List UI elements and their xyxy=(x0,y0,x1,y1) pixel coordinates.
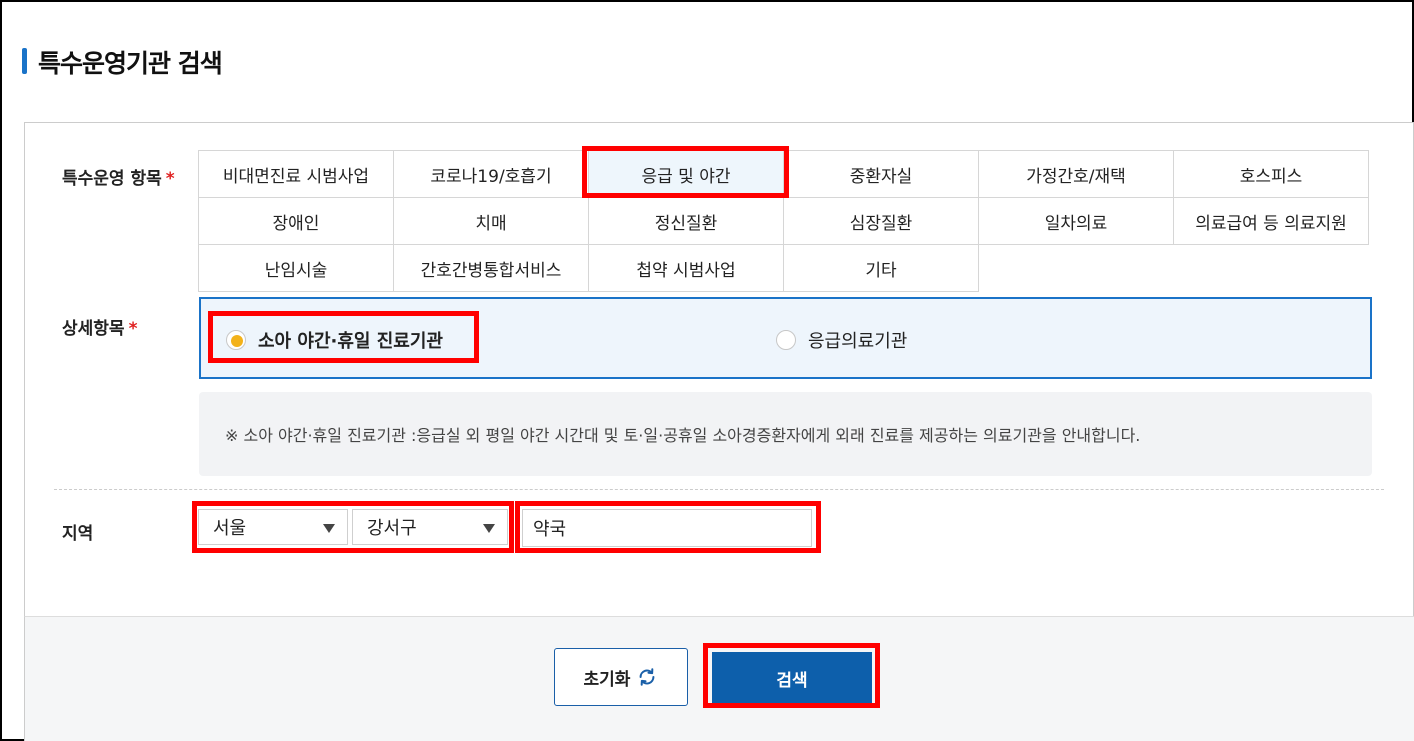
category-item[interactable]: 일차의료 xyxy=(978,197,1174,245)
category-item-label: 호스피스 xyxy=(1239,166,1303,187)
category-item[interactable]: 난임시술 xyxy=(198,244,394,292)
category-item-label: 일차의료 xyxy=(1044,213,1108,234)
category-item[interactable]: 의료급여 등 의료지원 xyxy=(1173,197,1369,245)
category-item-label: 정신질환 xyxy=(654,213,718,234)
radio-checked-icon xyxy=(226,330,246,350)
refresh-icon xyxy=(640,668,655,686)
radio-label: 응급의료기관 xyxy=(808,331,908,352)
divider xyxy=(54,489,1384,490)
detail-label-text: 상세항목 xyxy=(62,319,125,339)
category-item-label: 코로나19/호흡기 xyxy=(430,166,552,187)
category-item[interactable]: 첩약 시범사업 xyxy=(588,244,784,292)
category-item[interactable]: 기타 xyxy=(783,244,979,292)
detail-notice: ※ 소아 야간·휴일 진료기관 :응급실 외 평일 야간 시간대 및 토·일·공… xyxy=(199,392,1372,476)
category-item-label: 장애인 xyxy=(272,213,320,234)
category-item-selected[interactable]: 응급 및 야간 xyxy=(588,150,784,198)
required-mark: * xyxy=(165,169,175,189)
category-item[interactable]: 중환자실 xyxy=(783,150,979,198)
radio-label: 소아 야간·휴일 진료기관 xyxy=(258,331,443,352)
reset-button[interactable]: 초기화 xyxy=(554,648,688,706)
category-item[interactable]: 치매 xyxy=(393,197,589,245)
category-item-label: 난임시술 xyxy=(264,260,328,281)
category-item[interactable]: 호스피스 xyxy=(1173,150,1369,198)
radio-unchecked-icon xyxy=(776,330,796,350)
category-item-label: 심장질환 xyxy=(849,213,913,234)
category-item[interactable]: 장애인 xyxy=(198,197,394,245)
category-item-label: 응급 및 야간 xyxy=(641,166,731,187)
city-select[interactable]: 서울 xyxy=(198,509,348,545)
radio-pediatric-night[interactable]: 소아 야간·휴일 진료기관 xyxy=(226,327,443,353)
category-item-label: 가정간호/재택 xyxy=(1026,166,1126,187)
category-item[interactable]: 비대면진료 시범사업 xyxy=(198,150,394,198)
category-item-label: 치매 xyxy=(475,213,507,234)
category-item-label: 비대면진료 시범사업 xyxy=(222,166,370,187)
category-item[interactable]: 가정간호/재택 xyxy=(978,150,1174,198)
category-item[interactable]: 정신질환 xyxy=(588,197,784,245)
district-select[interactable]: 강서구 xyxy=(352,509,508,545)
category-item[interactable]: 간호간병통합서비스 xyxy=(393,244,589,292)
category-item-label: 첩약 시범사업 xyxy=(636,260,736,281)
dropdown-arrow-icon xyxy=(323,524,335,533)
detail-label: 상세항목 * xyxy=(62,314,137,339)
search-button-label: 검색 xyxy=(776,670,808,691)
search-button[interactable]: 검색 xyxy=(712,652,872,704)
notice-text: ※ 소아 야간·휴일 진료기관 :응급실 외 평일 야간 시간대 및 토·일·공… xyxy=(225,426,1141,445)
required-mark: * xyxy=(128,319,138,339)
region-label: 지역 xyxy=(62,524,94,544)
category-item-label: 의료급여 등 의료지원 xyxy=(1195,213,1347,234)
title-accent-bar xyxy=(22,48,27,74)
category-item[interactable]: 코로나19/호흡기 xyxy=(393,150,589,198)
category-item-label: 중환자실 xyxy=(849,166,913,187)
district-select-value: 강서구 xyxy=(367,518,417,539)
category-item-label: 간호간병통합서비스 xyxy=(420,260,562,281)
reset-button-label: 초기화 xyxy=(583,669,631,690)
keyword-input[interactable] xyxy=(522,509,812,547)
dropdown-arrow-icon xyxy=(483,524,495,533)
city-select-value: 서울 xyxy=(213,518,247,539)
page-title: 특수운영기관 검색 xyxy=(38,49,223,78)
radio-emergency[interactable]: 응급의료기관 xyxy=(776,327,907,353)
category-label: 특수운영 항목 * xyxy=(62,164,175,189)
category-item[interactable]: 심장질환 xyxy=(783,197,979,245)
category-item-label: 기타 xyxy=(865,260,897,281)
category-label-text: 특수운영 항목 xyxy=(62,169,162,189)
